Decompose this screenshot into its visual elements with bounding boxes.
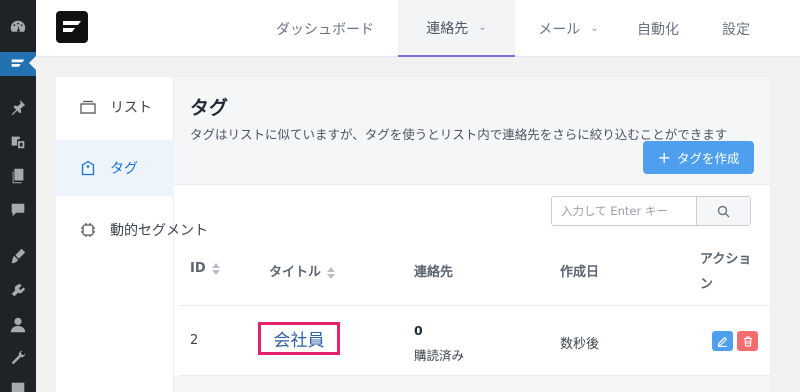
nav-dashboard[interactable]: ダッシュボード <box>258 0 392 57</box>
create-tag-button[interactable]: + タグを作成 <box>643 141 754 174</box>
chevron-down-icon: ⌄ <box>590 23 599 34</box>
sort-icon[interactable] <box>327 266 336 279</box>
fluentcrm-logo[interactable] <box>56 11 88 43</box>
tools-icon[interactable] <box>6 347 30 369</box>
settings-icon[interactable] <box>6 378 30 392</box>
page-title: タグ <box>190 97 229 119</box>
sort-icon[interactable] <box>211 262 220 275</box>
media-icon[interactable] <box>6 131 30 153</box>
trash-icon <box>743 335 752 347</box>
plus-icon: + <box>657 147 671 167</box>
subscribed-label: 購読済み <box>414 348 465 363</box>
nav-settings[interactable]: 設定 <box>712 0 760 57</box>
nav-automation-label: 自動化 <box>637 21 679 38</box>
nav-email-label: メール <box>538 21 581 38</box>
tags-card: リスト タグ 動的セグメント タグ タグはリストに似ていますが、タグを使うとリス… <box>56 77 770 392</box>
nav-automation[interactable]: 自動化 <box>625 0 691 57</box>
column-header-id-label: ID <box>190 261 206 276</box>
subscribed-count: 0 <box>414 323 423 338</box>
tags-main: タグ タグはリストに似ていますが、タグを使うとリスト内で連絡先をさらに絞り込むこ… <box>174 77 770 392</box>
subnav-lists[interactable]: リスト <box>56 79 174 135</box>
dashboard-icon[interactable] <box>6 16 30 38</box>
pencil-icon <box>717 336 728 347</box>
delete-button[interactable] <box>737 331 758 351</box>
contacts-subnav: リスト タグ 動的セグメント <box>56 77 208 392</box>
tag-title-link[interactable]: 会社員 <box>258 322 340 355</box>
subnav-tags[interactable]: タグ <box>56 140 174 196</box>
subnav-tags-label: タグ <box>110 161 138 177</box>
search-icon <box>717 205 730 217</box>
column-header-created: 作成日 <box>560 261 599 280</box>
edit-button[interactable] <box>712 331 733 351</box>
nav-contacts-label: 連絡先 <box>426 20 469 37</box>
table-footer <box>174 376 770 392</box>
tag-title-text: 会社員 <box>273 331 325 351</box>
wp-admin-sidebar <box>0 0 36 392</box>
top-navigation: ダッシュボード 連絡先 ⌄ メール ⌄ 自動化 設定 <box>36 0 800 57</box>
create-tag-button-label: タグを作成 <box>676 151 740 166</box>
nav-contacts[interactable]: 連絡先 ⌄ <box>398 0 515 57</box>
subnav-lists-label: リスト <box>110 100 152 116</box>
nav-email[interactable]: メール ⌄ <box>515 0 622 57</box>
column-header-contacts: 連絡先 <box>414 261 453 280</box>
column-header-created-label: 作成日 <box>560 265 600 280</box>
column-header-actions: アクション <box>700 252 752 292</box>
column-header-title-label: タイトル <box>269 265 322 280</box>
page-header: タグ タグはリストに似ていますが、タグを使うとリスト内で連絡先をさらに絞り込むこ… <box>174 77 770 185</box>
table-divider <box>179 305 770 306</box>
subnav-dynamic-segments[interactable]: 動的セグメント <box>56 202 208 258</box>
row-created: 数秒後 <box>560 337 600 352</box>
chevron-down-icon: ⌄ <box>478 22 487 33</box>
fluentcrm-icon[interactable] <box>0 52 36 76</box>
pages-icon[interactable] <box>6 165 30 187</box>
nav-settings-label: 設定 <box>722 21 750 38</box>
column-header-contacts-label: 連絡先 <box>414 265 454 280</box>
tag-icon <box>80 160 96 176</box>
search-button[interactable] <box>696 197 750 225</box>
comments-icon[interactable] <box>6 199 30 221</box>
column-header-id[interactable]: ID <box>190 261 220 276</box>
plugins-icon[interactable] <box>6 280 30 302</box>
users-icon[interactable] <box>6 314 30 336</box>
list-icon <box>80 99 96 115</box>
appearance-icon[interactable] <box>6 245 30 267</box>
row-id: 2 <box>190 333 199 348</box>
search-input[interactable] <box>552 197 696 225</box>
pin-icon[interactable] <box>6 96 30 118</box>
search-box <box>551 196 751 226</box>
chip-icon <box>80 222 96 238</box>
nav-dashboard-label: ダッシュボード <box>276 21 374 38</box>
column-header-title[interactable]: タイトル <box>269 261 336 280</box>
